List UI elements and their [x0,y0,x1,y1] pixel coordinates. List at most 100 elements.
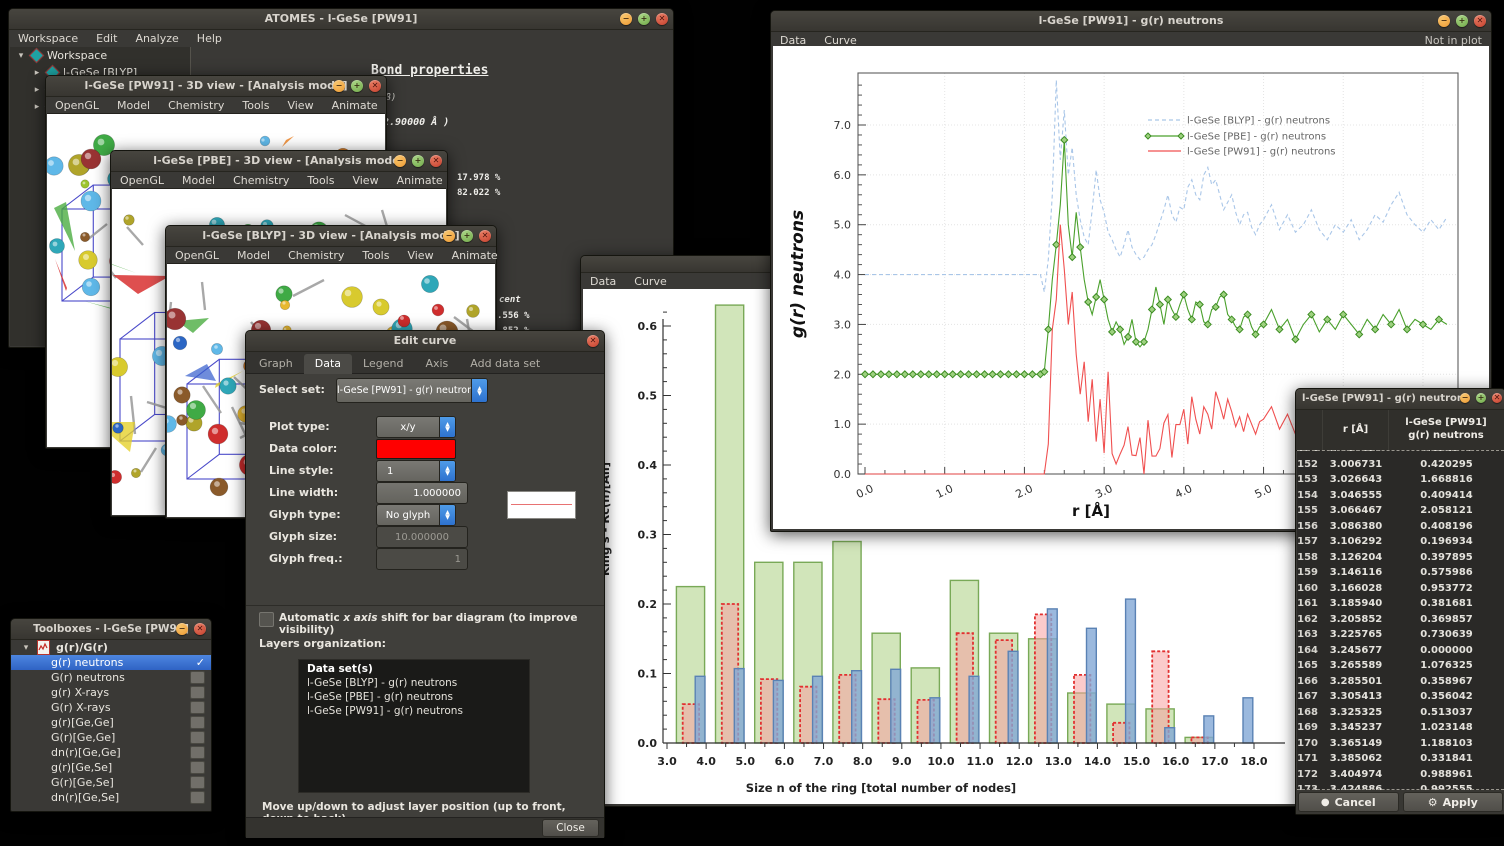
menu-item-chemistry[interactable]: Chemistry [168,99,224,112]
checkbox-icon[interactable] [190,716,205,729]
table-row[interactable]: 1583.1262040.397895 [1297,550,1504,566]
close-button[interactable]: ✕ [1474,15,1486,27]
checkbox-icon[interactable] [190,701,205,714]
plot-type-dropdown[interactable]: x/y ▲▼ [376,416,456,438]
table-row[interactable]: 1683.3253250.513037 [1297,705,1504,721]
minimize-button[interactable]: − [394,155,406,167]
checkbox-icon[interactable] [190,746,205,759]
combo-spinner-icon[interactable]: ▲▼ [471,379,487,402]
maximize-button[interactable]: + [461,230,473,242]
maximize-button[interactable]: + [1456,15,1468,27]
table-row[interactable]: 1703.3651491.188103 [1297,736,1504,752]
glyph-size-input[interactable]: 10.000000 [376,526,468,548]
minimize-button[interactable]: − [176,623,188,635]
menu-item-curve[interactable]: Curve [634,275,666,288]
titlebar-toolboxes[interactable]: Toolboxes - l-GeSe [PW91] − ✕ [11,619,211,640]
table-row[interactable]: 1643.2456770.000000 [1297,643,1504,659]
select-set-dropdown[interactable]: l-GeSe [PW91] - g(r) neutrons ▲▼ [336,378,488,403]
layer-item-l-gese-pbe-g-r-neutrons[interactable]: l-GeSe [PBE] - g(r) neutrons [299,690,529,704]
close-button[interactable]: ✕ [369,80,381,92]
tab-add-data-set[interactable]: Add data set [459,354,551,374]
expander-icon[interactable]: ▸ [32,102,42,112]
table-row[interactable]: 1533.0266431.668816 [1297,472,1504,488]
table-row[interactable]: 1723.4049740.988961 [1297,767,1504,783]
menu-item-model[interactable]: Model [182,174,215,187]
checkbox-icon[interactable] [190,791,205,804]
titlebar-3d-pw91[interactable]: l-GeSe [PW91] - 3D view - [Analysis mode… [46,76,386,97]
table-row[interactable]: 1543.0465550.409414 [1297,488,1504,504]
menu-item-chemistry[interactable]: Chemistry [288,249,344,262]
glyph-type-dropdown[interactable]: No glyph ▲▼ [376,504,456,526]
titlebar-3d-pbe[interactable]: l-GeSe [PBE] - 3D view - [Analysis mode]… [111,151,447,172]
minimize-button[interactable]: − [620,13,632,25]
titlebar-gr-table[interactable]: l-GeSe [PW91] - g(r) neutrons − + ✕ [1296,389,1504,410]
toolbox-item-g-r-ge-se[interactable]: g(r)[Ge,Se] [11,760,211,775]
checkbox-icon[interactable] [190,671,205,684]
titlebar-main[interactable]: ATOMES - l-GeSe [PW91] − + ✕ [9,9,673,30]
table-row[interactable]: 1593.1461160.575986 [1297,565,1504,581]
menu-item-view[interactable]: View [352,174,378,187]
table-row[interactable]: 1693.3452371.023148 [1297,720,1504,736]
menu-item-tools[interactable]: Tools [242,99,269,112]
glyph-freq-input[interactable]: 1 [376,548,468,570]
close-button[interactable]: ✕ [587,335,599,347]
header-r-column[interactable]: r [Å] [1322,410,1388,450]
close-button[interactable]: ✕ [194,623,206,635]
toolbox-item-g-r-neutrons[interactable]: g(r) neutrons✓ [11,655,211,670]
menu-item-animate[interactable]: Animate [397,174,443,187]
checkbox-icon[interactable] [190,731,205,744]
combo-spinner-icon[interactable]: ▲▼ [439,417,455,437]
tab-data[interactable]: Data [304,354,352,374]
maximize-button[interactable]: + [638,13,650,25]
data-color-swatch[interactable] [376,439,456,459]
toolbox-group-g-r-g-r[interactable]: ▾g(r)/G(r) [11,640,211,655]
menu-item-view[interactable]: View [287,99,313,112]
menu-item-edit[interactable]: Edit [96,32,117,45]
minimize-button[interactable]: − [1438,15,1450,27]
menu-item-chemistry[interactable]: Chemistry [233,174,289,187]
table-row[interactable]: 1603.1660280.953772 [1297,581,1504,597]
toolbox-item-g-r-ge-ge[interactable]: G(r)[Ge,Ge] [11,730,211,745]
tab-graph[interactable]: Graph [248,354,304,374]
combo-spinner-icon[interactable]: ▲▼ [439,505,455,525]
toolbox-item-dn-r-ge-ge[interactable]: dn(r)[Ge,Ge] [11,745,211,760]
maximize-button[interactable]: + [1476,393,1486,403]
menu-item-help[interactable]: Help [197,32,222,45]
table-row[interactable]: 1613.1859400.381681 [1297,596,1504,612]
minimize-button[interactable]: − [443,230,455,242]
line-style-dropdown[interactable]: 1 ▲▼ [376,460,456,482]
toolbox-item-g-r-x-rays[interactable]: g(r) X-rays [11,685,211,700]
checkbox-icon[interactable] [190,686,205,699]
table-row[interactable]: 1713.3850620.331841 [1297,751,1504,767]
cancel-button[interactable]: ● Cancel [1298,792,1399,812]
menu-item-opengl[interactable]: OpenGL [175,249,219,262]
menu-item-view[interactable]: View [407,249,433,262]
minimize-button[interactable]: − [333,80,345,92]
table-row[interactable]: 1633.2257650.730639 [1297,627,1504,643]
tab-axis[interactable]: Axis [414,354,459,374]
menu-item-workspace[interactable]: Workspace [18,32,78,45]
header-gr-column[interactable]: l-GeSe [PW91]g(r) neutrons [1388,410,1503,450]
close-button[interactable]: ✕ [1492,393,1502,403]
menu-item-animate[interactable]: Animate [452,249,498,262]
table-row[interactable]: 1653.2655891.076325 [1297,658,1504,674]
line-width-input[interactable]: 1.000000 [376,482,468,504]
table-row[interactable]: 1623.2058520.369857 [1297,612,1504,628]
toolbox-item-g-r-ge-ge[interactable]: g(r)[Ge,Ge] [11,715,211,730]
layer-item-l-gese-blyp-g-r-neutrons[interactable]: l-GeSe [BLYP] - g(r) neutrons [299,676,529,690]
maximize-button[interactable]: + [412,155,424,167]
close-button[interactable]: ✕ [479,230,491,242]
tree-item-workspace[interactable]: ▾Workspace [10,47,190,64]
toolbox-item-g-r-ge-se[interactable]: G(r)[Ge,Se] [11,775,211,790]
close-button[interactable]: ✕ [430,155,442,167]
close-button[interactable]: ✕ [656,13,668,25]
table-row[interactable]: 1673.3054130.356042 [1297,689,1504,705]
menu-item-opengl[interactable]: OpenGL [120,174,164,187]
toolbox-item-dn-r-ge-se[interactable]: dn(r)[Ge,Se] [11,790,211,805]
menu-item-analyze[interactable]: Analyze [135,32,178,45]
menu-item-model[interactable]: Model [117,99,150,112]
minimize-button[interactable]: − [1460,393,1470,403]
table-row[interactable]: 1523.0067310.420295 [1297,457,1504,473]
expander-icon[interactable]: ▾ [21,643,31,653]
menu-item-opengl[interactable]: OpenGL [55,99,99,112]
